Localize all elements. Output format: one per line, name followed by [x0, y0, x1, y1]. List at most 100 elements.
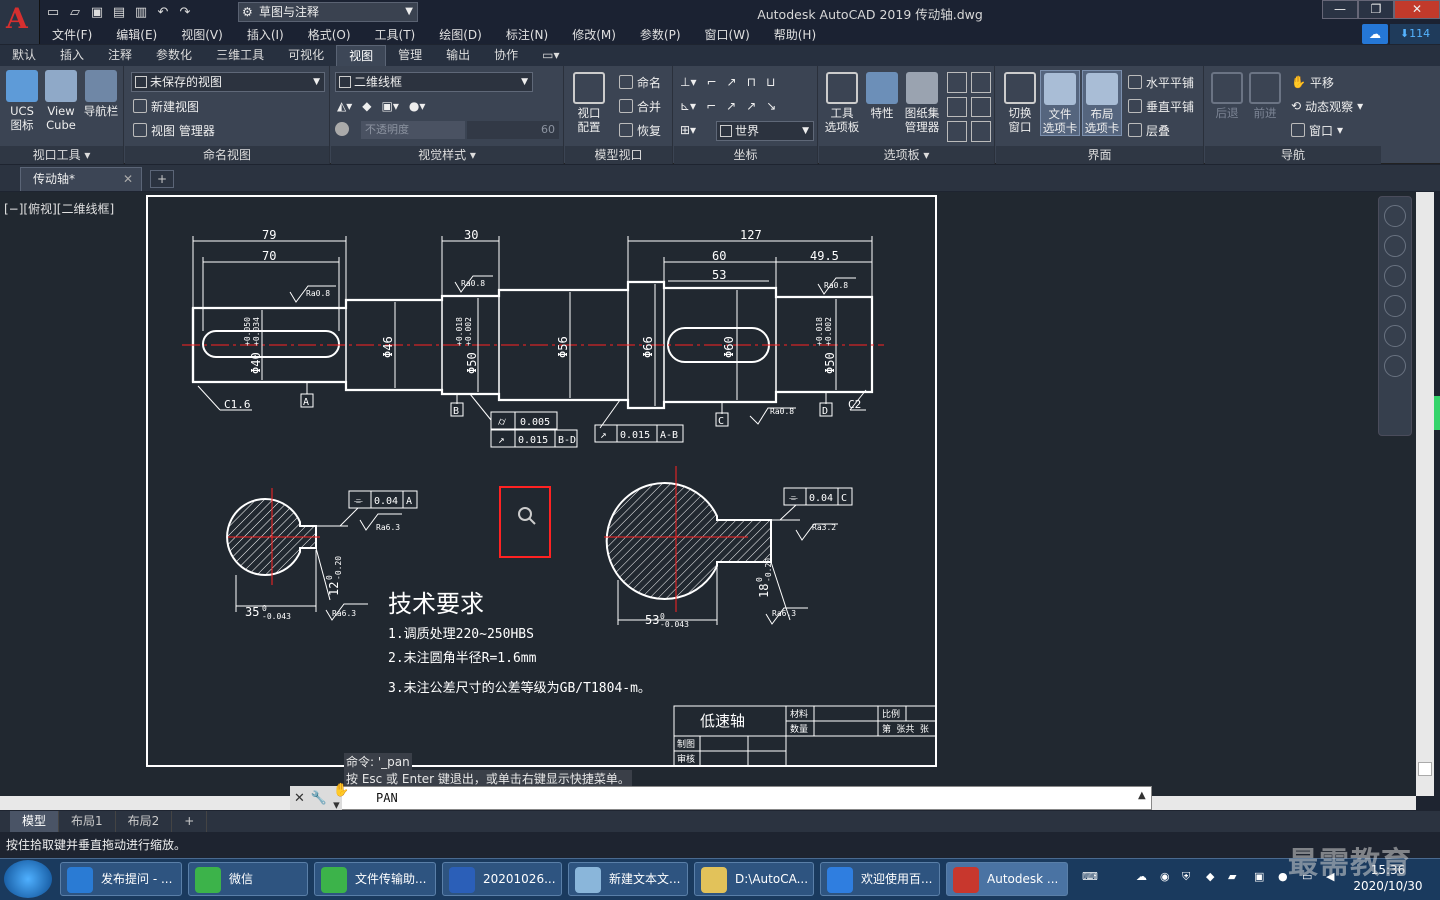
tab-collaborate[interactable]: 协作 [482, 45, 530, 66]
shield-icon[interactable]: ⛨ [1182, 870, 1190, 884]
tile-vertical-button[interactable]: 垂直平铺 [1128, 96, 1194, 116]
tab-insert[interactable]: 插入 [48, 45, 96, 66]
named-view-combo[interactable]: 未保存的视图 ▼ [131, 72, 325, 92]
qq-icon[interactable]: ● [1278, 870, 1288, 883]
weibo-icon[interactable]: ◉ [1160, 870, 1170, 883]
ucs-view-icon[interactable]: ⌐ [706, 75, 716, 89]
ucs-z-icon[interactable]: ⊔ [766, 75, 775, 89]
hand-icon[interactable]: ✋▾ [333, 783, 349, 813]
menu-help[interactable]: 帮助(H) [762, 26, 828, 43]
viewcube-button[interactable]: View Cube [42, 70, 80, 132]
tab-manage[interactable]: 管理 [386, 45, 434, 66]
new-view-button[interactable]: 新建视图 [133, 96, 199, 116]
visual-style-combo[interactable]: 二维线框 ▼ [335, 72, 533, 92]
close-icon[interactable]: ✕ [123, 168, 133, 190]
cube-icon[interactable]: ◆ [362, 99, 371, 113]
tool-palettes-button[interactable]: 工具 选项板 [821, 72, 863, 134]
sheetset-button[interactable]: 图纸集 管理器 [901, 72, 943, 134]
layout-tabs-button[interactable]: 布局 选项卡 [1082, 70, 1122, 136]
ucs-prev-icon[interactable]: ↘ [766, 99, 776, 113]
cube-tray-icon[interactable]: ◆ [1206, 870, 1214, 883]
taskbar-item-ie[interactable]: 发布提问 - ... [60, 862, 182, 896]
opacity-slider[interactable]: 不透明度 [361, 121, 465, 139]
tab-view[interactable]: 视图 [336, 45, 387, 66]
drawing-canvas[interactable]: 79 70 30 127 60 49.5 53 Ra0.8 Ra0.8 Ra0.… [0, 192, 1416, 796]
orbit-button[interactable]: ⟲ 动态观察 ▾ [1291, 96, 1363, 116]
pan-button[interactable]: ✋ 平移 [1291, 72, 1334, 92]
color-icon[interactable]: ▣▾ [382, 99, 399, 113]
taskbar-item-baidu[interactable]: 欢迎使用百... [820, 862, 940, 896]
menu-modify[interactable]: 修改(M) [560, 26, 628, 43]
layout-tab-model[interactable]: 模型 [10, 811, 60, 832]
view-manager-button[interactable]: 视图 管理器 [133, 120, 215, 140]
calculator-icon[interactable] [971, 96, 991, 118]
forward-button[interactable]: 前进 [1247, 72, 1283, 120]
edge-icon[interactable]: ◭▾ [337, 99, 352, 113]
switch-window-button[interactable]: 切换 窗口 [1000, 72, 1040, 134]
named-viewports-button[interactable]: 命名 [619, 72, 661, 92]
ucs-object-icon[interactable]: ↗ [726, 99, 736, 113]
ucs-3point-icon[interactable]: ⊾▾ [680, 99, 696, 113]
tab-3d-tools[interactable]: 三维工具 [204, 45, 276, 66]
layout-tab-1[interactable]: 布局1 [59, 811, 116, 832]
ucs-face-icon[interactable]: ⌐ [706, 99, 716, 113]
menu-draw[interactable]: 绘图(D) [427, 26, 494, 43]
menu-file[interactable]: 文件(F) [40, 26, 104, 43]
external-ref-icon[interactable] [971, 121, 991, 142]
chevron-up-icon[interactable]: ▲ [1138, 790, 1146, 801]
ucs-x-icon[interactable]: ↗ [727, 75, 737, 89]
ucs-y-icon[interactable]: ⊓ [747, 75, 756, 89]
ucs-origin-icon[interactable]: ⊥▾ [680, 75, 696, 89]
join-viewports-button[interactable]: 合并 [619, 96, 661, 116]
viewport-controls-label[interactable]: [−][俯视][二维线框] [4, 200, 114, 217]
minimize-button[interactable]: — [1322, 0, 1358, 19]
file-tab-active[interactable]: 传动轴* ✕ [20, 167, 142, 191]
design-center-icon[interactable] [971, 72, 991, 93]
command-line-icon[interactable] [947, 72, 967, 93]
full-nav-wheel-icon[interactable] [1384, 235, 1406, 257]
cascade-button[interactable]: 层叠 [1128, 120, 1170, 140]
keyboard-icon[interactable]: ⌨ [1082, 870, 1098, 883]
ucs-combo[interactable]: 世界 ▼ [716, 121, 814, 141]
new-file-tab-button[interactable]: + [150, 170, 174, 188]
maximize-button[interactable]: ❐ [1358, 0, 1394, 19]
properties-button[interactable]: 特性 [865, 72, 899, 120]
wrench-icon[interactable]: 🔧 [311, 791, 327, 806]
nvidia-icon[interactable]: ▣ [1254, 870, 1264, 883]
command-line-input[interactable] [290, 786, 1152, 810]
taskbar-item-wechat[interactable]: 微信 [188, 862, 308, 896]
orbit-nav-icon[interactable] [1384, 325, 1406, 347]
file-tabs-button[interactable]: 文件 选项卡 [1040, 70, 1080, 136]
cloud-icon[interactable]: ☁ [1362, 24, 1388, 44]
pan-icon[interactable] [1384, 265, 1406, 287]
panel-title[interactable]: 选项板 ▾ [819, 146, 994, 164]
tab-visualize[interactable]: 可视化 [276, 45, 336, 66]
restore-viewports-button[interactable]: 恢复 [619, 120, 661, 140]
steeringwheel-icon[interactable] [1384, 205, 1406, 227]
panel-title[interactable]: 视觉样式 ▾ [331, 146, 563, 164]
download-count[interactable]: ⬇114 [1390, 24, 1440, 44]
ucs-world-icon[interactable]: ↗ [746, 99, 756, 113]
taskbar-item-filetransfer[interactable]: 文件传输助... [314, 862, 436, 896]
menu-format[interactable]: 格式(O) [296, 26, 363, 43]
showmotion-icon[interactable] [1384, 355, 1406, 377]
taskbar-item-autocad[interactable]: Autodesk ... [946, 862, 1068, 896]
network-icon[interactable]: ▰ [1228, 870, 1236, 883]
menu-view[interactable]: 视图(V) [169, 26, 235, 43]
layout-tab-2[interactable]: 布局2 [116, 811, 173, 832]
tile-horizontal-button[interactable]: 水平平铺 [1128, 72, 1194, 92]
tab-annotate[interactable]: 注释 [96, 45, 144, 66]
viewport-config-button[interactable]: 视口 配置 [569, 72, 609, 134]
ribbon-options-icon[interactable]: ▭▾ [530, 45, 571, 66]
menu-tools[interactable]: 工具(T) [363, 26, 428, 43]
taskbar-item-explorer[interactable]: D:\AutoCA... [694, 862, 814, 896]
baidu-tray-icon[interactable]: ☁ [1136, 870, 1147, 883]
zoom-icon[interactable] [1384, 295, 1406, 317]
tab-default[interactable]: 默认 [0, 45, 48, 66]
menu-edit[interactable]: 编辑(E) [104, 26, 169, 43]
markup-icon[interactable] [947, 96, 967, 118]
close-icon[interactable]: ✕ [294, 791, 305, 806]
navbar-button[interactable]: 导航栏 [82, 70, 120, 118]
zoom-window-button[interactable]: 窗口 ▾ [1291, 120, 1343, 140]
ucs-manager-icon[interactable]: ⊞▾ [680, 120, 696, 140]
